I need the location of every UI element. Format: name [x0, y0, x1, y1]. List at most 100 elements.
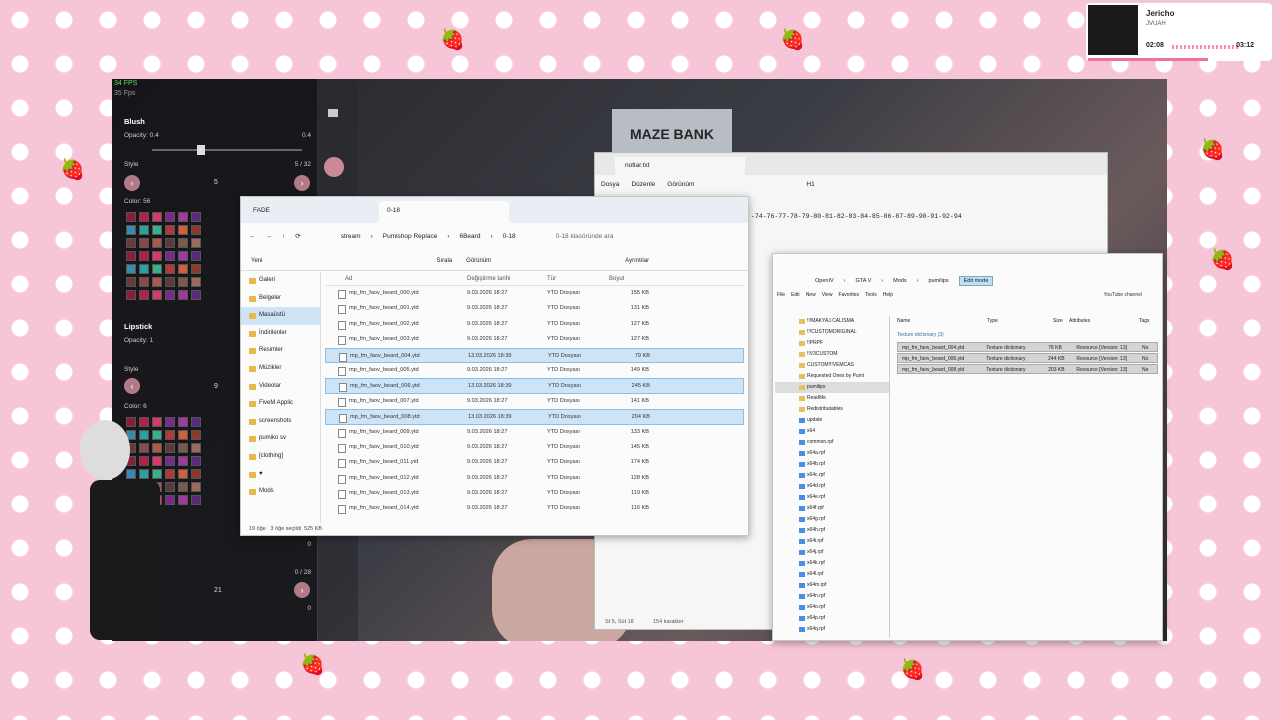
ov-file-row[interactable]: mp_fm_faov_beard_008.ytd Texture dictiona…: [897, 364, 1158, 374]
camera-icon[interactable]: [328, 109, 338, 117]
color-swatch[interactable]: [152, 264, 162, 274]
heading-dropdown[interactable]: H1: [806, 181, 814, 188]
ov-menu-item[interactable]: Tools: [865, 292, 877, 298]
color-swatch[interactable]: [178, 290, 188, 300]
color-swatch[interactable]: [139, 212, 149, 222]
nav-item[interactable]: İndirilenler: [241, 325, 320, 343]
tree-item[interactable]: CUSTOM!!!VEMCAS: [775, 360, 889, 371]
menu-edit[interactable]: Düzenle: [631, 181, 655, 188]
color-swatch[interactable]: [191, 264, 201, 274]
address-bar[interactable]: ← → ↑ ⟳ stream › Pumishop Replace › 6Beard › 0…: [241, 225, 748, 247]
color-swatch[interactable]: [152, 290, 162, 300]
tree-item[interactable]: x64a.rpf: [775, 448, 889, 459]
notepad-tab[interactable]: notlar.txt: [615, 157, 745, 175]
color-swatch[interactable]: [126, 212, 136, 222]
file-row[interactable]: mp_fm_faov_beard_006.ytd 13.03.2026 18:39…: [325, 378, 744, 394]
tree-item[interactable]: pumilips: [775, 382, 889, 393]
tree-item[interactable]: x64: [775, 426, 889, 437]
nav-item[interactable]: pumiko sv: [241, 430, 320, 448]
color-swatch[interactable]: [152, 251, 162, 261]
color-swatch[interactable]: [191, 277, 201, 287]
crumb-gtav[interactable]: GTA V: [856, 278, 872, 284]
ov-file-row[interactable]: mp_fm_faov_beard_006.ytd Texture dictiona…: [897, 353, 1158, 363]
crumb-openiv[interactable]: OpenIV: [815, 278, 834, 284]
forward-icon[interactable]: →: [266, 233, 273, 240]
color-swatch[interactable]: [165, 251, 175, 261]
file-row[interactable]: mp_fm_faov_beard_004.ytd 13.03.2026 18:39…: [325, 347, 744, 363]
openiv-breadcrumb[interactable]: OpenIV › GTA V › Mods › pumilips Edit mode: [815, 274, 1152, 288]
crumb-pumilips[interactable]: pumilips: [928, 278, 948, 284]
file-row[interactable]: mp_fm_faov_beard_013.ytd 9.03.2026 18:27 Y…: [325, 486, 744, 501]
nav-item[interactable]: FiveM Applic: [241, 395, 320, 413]
tree-item[interactable]: x64b.rpf: [775, 459, 889, 470]
lip-style-prev-button[interactable]: ‹: [124, 378, 140, 394]
color-swatch[interactable]: [152, 277, 162, 287]
color-swatch[interactable]: [139, 290, 149, 300]
tree-item[interactable]: !!V3CUSTOM: [775, 349, 889, 360]
file-row[interactable]: mp_fm_faov_beard_001.ytd 9.03.2026 18:27 Y…: [325, 301, 744, 316]
nav-item[interactable]: Masaüstü: [241, 307, 320, 325]
tree-item[interactable]: x64l.rpf: [775, 569, 889, 580]
color-swatch[interactable]: [139, 277, 149, 287]
color-swatch[interactable]: [191, 290, 201, 300]
color-swatch[interactable]: [139, 264, 149, 274]
nav-item[interactable]: Galeri: [241, 272, 320, 290]
opacity-slider[interactable]: [152, 145, 302, 155]
color-swatch[interactable]: [191, 251, 201, 261]
menu-view[interactable]: Görünüm: [667, 181, 694, 188]
youtube-channel-link[interactable]: YouTube channel: [1103, 292, 1142, 298]
file-row[interactable]: mp_fm_faov_beard_014.ytd 9.03.2026 18:27 Y…: [325, 501, 744, 516]
color-swatch[interactable]: [126, 251, 136, 261]
color-swatch[interactable]: [152, 212, 162, 222]
up-icon[interactable]: ↑: [282, 233, 285, 240]
ov-file-row[interactable]: mp_fm_faov_beard_004.ytd Texture dictiona…: [897, 342, 1158, 352]
tree-item[interactable]: common.rpf: [775, 437, 889, 448]
color-swatch[interactable]: [191, 225, 201, 235]
color-swatch[interactable]: [178, 251, 188, 261]
nav-item[interactable]: Belgeler: [241, 290, 320, 308]
tab-fade[interactable]: FADE: [245, 201, 375, 223]
color-swatch[interactable]: [126, 264, 136, 274]
notepad-content[interactable]: -74-76-77-78-79-80-81-82-83-84-85-86-87-…: [751, 213, 962, 220]
tree-item[interactable]: x64f.rpf: [775, 503, 889, 514]
ov-menu-item[interactable]: Favorites: [838, 292, 859, 298]
nav-item[interactable]: ♥: [241, 466, 320, 484]
color-swatch[interactable]: [126, 277, 136, 287]
file-row[interactable]: mp_fm_faov_beard_008.ytd 13.03.2026 18:39…: [325, 409, 744, 425]
color-swatch[interactable]: [152, 238, 162, 248]
tree-item[interactable]: x64k.rpf: [775, 558, 889, 569]
col-name[interactable]: Ad: [325, 272, 467, 285]
nav-item[interactable]: screenshots: [241, 413, 320, 431]
details-button[interactable]: Ayrıntılar: [625, 258, 649, 264]
ov-col-name[interactable]: Name: [897, 318, 987, 328]
color-swatch[interactable]: [126, 238, 136, 248]
color-swatch[interactable]: [139, 238, 149, 248]
file-row[interactable]: mp_fm_faov_beard_009.ytd 9.03.2026 18:27 Y…: [325, 425, 744, 440]
tree-item[interactable]: x64n.rpf: [775, 591, 889, 602]
tree-item[interactable]: x64q.rpf: [775, 624, 889, 635]
ov-col-attr[interactable]: Attributes: [1069, 318, 1139, 328]
col-date[interactable]: Değiştirme tarihi: [467, 272, 547, 285]
figure-icon[interactable]: [324, 157, 344, 177]
breadcrumb-0-18[interactable]: 0-18: [503, 233, 516, 240]
breadcrumb-stream[interactable]: stream: [341, 233, 361, 240]
color-swatch[interactable]: [165, 225, 175, 235]
sort-button[interactable]: Sırala: [436, 258, 452, 264]
tree-item[interactable]: !!!MAKYAJ.CALISMA: [775, 316, 889, 327]
color-swatch[interactable]: [178, 225, 188, 235]
bottom-next-button[interactable]: ›: [294, 582, 310, 598]
tree-item[interactable]: x64g.rpf: [775, 514, 889, 525]
color-swatch[interactable]: [126, 225, 136, 235]
ov-col-tags[interactable]: Tags: [1139, 318, 1150, 328]
tree-item[interactable]: x64c.rpf: [775, 470, 889, 481]
color-swatch[interactable]: [152, 225, 162, 235]
tree-item[interactable]: x64i.rpf: [775, 536, 889, 547]
tree-item[interactable]: x64d.rpf: [775, 481, 889, 492]
tree-item[interactable]: x64j.rpf: [775, 547, 889, 558]
nav-item[interactable]: Mods: [241, 483, 320, 501]
color-swatch[interactable]: [165, 290, 175, 300]
color-swatch[interactable]: [191, 238, 201, 248]
color-swatch[interactable]: [139, 225, 149, 235]
view-button[interactable]: Görünüm: [466, 258, 491, 264]
nav-item[interactable]: [clothing]: [241, 448, 320, 466]
